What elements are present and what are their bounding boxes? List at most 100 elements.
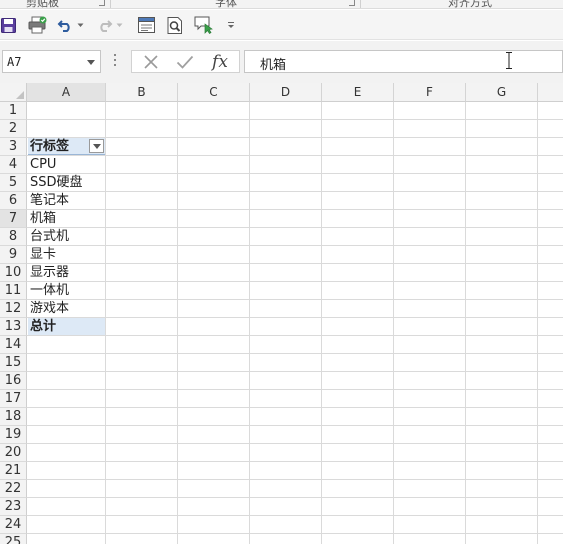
row-header[interactable]: 8 [0,228,27,246]
row-header[interactable]: 24 [0,516,27,534]
column-header-h[interactable] [538,83,563,102]
row-header[interactable]: 20 [0,444,27,462]
gridline [27,317,563,318]
row-header[interactable]: 22 [0,480,27,498]
gridline [27,245,563,246]
gridline [27,353,563,354]
insert-comment-button[interactable] [193,15,213,35]
row-header[interactable]: 2 [0,120,27,138]
function-icon: fx [212,52,228,72]
ribbon-group-labels: 剪贴板 字体 对齐方式 [0,0,563,9]
row-header[interactable]: 6 [0,192,27,210]
quick-access-toolbar [0,10,563,40]
row-header[interactable]: 9 [0,246,27,264]
row-header[interactable]: 1 [0,102,27,120]
gridline [27,119,563,120]
gridline [27,479,563,480]
gridline [537,102,538,544]
row-header[interactable]: 10 [0,264,27,282]
column-header-e[interactable]: E [322,83,394,102]
chevron-down-icon [116,23,122,27]
row-header[interactable]: 3 [0,138,27,156]
gridline [27,227,563,228]
row-header[interactable]: 21 [0,462,27,480]
pivot-row-item[interactable]: SSD硬盘 [28,174,105,191]
chevron-down-icon [77,23,83,27]
gridline [27,209,563,210]
row-labels-filter-button[interactable] [89,139,104,153]
gridline [27,371,563,372]
save-icon [0,17,16,33]
gridline [27,533,563,534]
undo-button[interactable] [56,15,74,35]
row-header[interactable]: 25 [0,534,27,544]
print-preview-button[interactable] [136,15,156,35]
pivot-row-item[interactable]: 笔记本 [28,192,105,209]
gridline [27,155,563,156]
row-header[interactable]: 23 [0,498,27,516]
insert-comment-icon [194,16,213,34]
gridline [465,102,466,544]
confirm-entry-button[interactable] [174,53,196,71]
customize-toolbar-icon [228,22,234,28]
row-header[interactable]: 14 [0,336,27,354]
gridline [27,461,563,462]
pivot-row-item[interactable]: 游戏本 [28,300,105,317]
close-icon [144,55,158,69]
gridline [27,191,563,192]
column-header-d[interactable]: D [250,83,322,102]
worksheet-grid[interactable]: A B C D E F G 1 2 3 4 5 6 7 8 9 10 11 12… [0,83,563,544]
formula-bar-resize-handle[interactable] [114,54,117,68]
row-header[interactable]: 13 [0,318,27,336]
row-header[interactable]: 4 [0,156,27,174]
gridline [27,443,563,444]
row-header[interactable]: 5 [0,174,27,192]
font-dialog-launcher-icon[interactable] [349,0,355,6]
row-header[interactable]: 17 [0,390,27,408]
row-header[interactable]: 7 [0,210,27,228]
zoom-preview-icon [167,16,182,34]
redo-dropdown[interactable] [115,15,123,35]
pivot-grand-total[interactable]: 总计 [28,318,105,335]
print-button[interactable] [26,15,48,35]
pivot-row-item[interactable]: 一体机 [28,282,105,299]
zoom-preview-button[interactable] [166,15,184,35]
pivot-row-item[interactable]: 显卡 [28,246,105,263]
customize-toolbar-button[interactable] [226,15,236,35]
clipboard-dialog-launcher-icon[interactable] [99,0,105,6]
column-header-g[interactable]: G [466,83,538,102]
filter-dropdown-icon [93,144,101,149]
row-header[interactable]: 12 [0,300,27,318]
gridline [249,102,250,544]
column-header-f[interactable]: F [394,83,466,102]
row-header[interactable]: 19 [0,426,27,444]
gridline [27,389,563,390]
select-all-button[interactable] [0,83,27,102]
undo-dropdown[interactable] [76,15,84,35]
pivot-row-item[interactable]: 台式机 [28,228,105,245]
chevron-down-icon[interactable] [87,60,95,65]
gridline [27,515,563,516]
gridline [27,425,563,426]
save-button[interactable] [0,15,16,35]
row-header[interactable]: 11 [0,282,27,300]
check-icon [176,55,194,69]
insert-function-button[interactable]: fx [209,52,231,72]
pivot-row-item[interactable]: 显示器 [28,264,105,281]
column-header-a[interactable]: A [27,83,106,102]
column-header-b[interactable]: B [106,83,178,102]
pivot-row-item[interactable]: 机箱 [28,210,105,227]
formula-input[interactable]: 机箱 [244,50,563,73]
row-header[interactable]: 16 [0,372,27,390]
name-box[interactable]: A7 [2,50,101,73]
cancel-entry-button[interactable] [140,53,162,71]
redo-button[interactable] [95,15,113,35]
column-header-c[interactable]: C [178,83,250,102]
gridline [27,335,563,336]
gridline [27,407,563,408]
row-header[interactable]: 15 [0,354,27,372]
pivot-row-item[interactable]: CPU [28,156,105,173]
redo-icon [99,20,112,32]
text-cursor-icon [506,52,512,69]
row-header[interactable]: 18 [0,408,27,426]
